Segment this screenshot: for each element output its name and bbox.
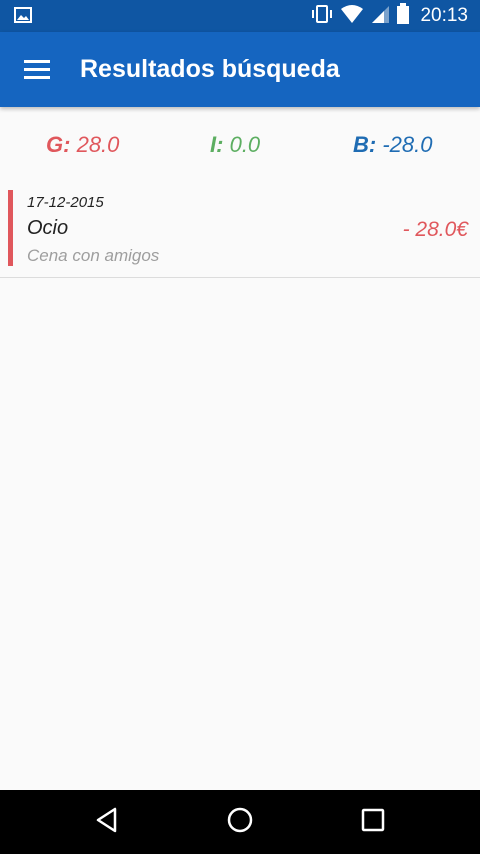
result-category: Ocio [27, 217, 69, 239]
gastos-value: 28.0 [76, 132, 120, 157]
wifi-icon [340, 4, 364, 29]
balance-summary: B: -28.0 [353, 132, 433, 158]
hamburger-menu-icon[interactable] [24, 58, 50, 80]
back-icon [95, 807, 119, 838]
app-bar: Resultados búsqueda [0, 32, 480, 107]
result-description: Cena con amigos [27, 246, 160, 265]
ingresos-label: I: [210, 132, 224, 157]
balance-label: B: [353, 132, 377, 157]
result-row[interactable]: 17-12-2015 Ocio Cena con amigos - 28.0€ [0, 182, 480, 278]
result-amount: - 28.0€ [402, 218, 468, 241]
summary-bar: G: 28.0 I: 0.0 B: -28.0 [0, 107, 480, 182]
ingresos-value: 0.0 [229, 132, 261, 157]
status-time: 20:13 [420, 5, 468, 26]
gastos-summary: G: 28.0 [46, 132, 119, 158]
status-bar: 20:13 [0, 0, 480, 32]
navigation-bar [0, 790, 480, 854]
gastos-label: G: [46, 132, 71, 157]
signal-icon [370, 4, 390, 29]
gallery-icon [14, 7, 32, 28]
recents-button[interactable] [333, 790, 413, 854]
back-button[interactable] [67, 790, 147, 854]
result-date: 17-12-2015 [27, 194, 104, 211]
recents-icon [361, 808, 385, 837]
expense-indicator [8, 190, 13, 266]
vibrate-icon [310, 4, 334, 29]
status-icons: 20:13 [310, 0, 468, 32]
page-title: Resultados búsqueda [80, 55, 340, 83]
home-button[interactable] [200, 790, 280, 854]
ingresos-summary: I: 0.0 [210, 132, 260, 158]
balance-value: -28.0 [382, 132, 433, 157]
battery-icon [396, 2, 410, 30]
home-icon [226, 806, 254, 839]
